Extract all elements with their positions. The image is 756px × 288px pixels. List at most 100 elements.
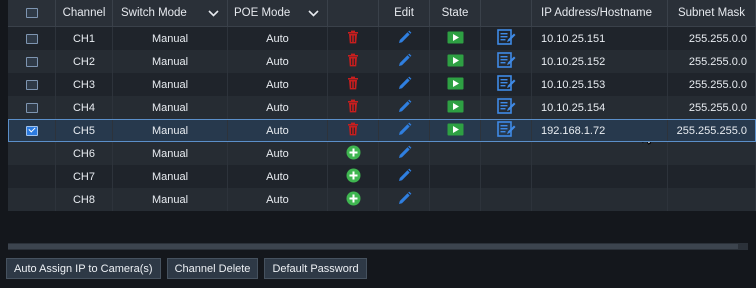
row-action-cell — [328, 188, 379, 211]
scrollbar-thumb[interactable] — [8, 244, 738, 249]
config-list-icon[interactable] — [496, 121, 516, 140]
row-state-cell — [430, 188, 481, 211]
row-poe-mode: Auto — [228, 119, 328, 142]
table-row[interactable]: CH5 Manual Auto 192.168.1.72 255.255.255… — [8, 119, 756, 142]
row-config-cell — [481, 119, 532, 142]
row-mask: 255.255.0.0 — [668, 73, 756, 96]
plus-circle-icon[interactable] — [346, 168, 361, 186]
table-row[interactable]: CH7 Manual Auto — [8, 165, 756, 188]
config-list-icon[interactable] — [496, 75, 516, 94]
row-edit-cell — [379, 27, 430, 50]
channel-delete-button[interactable]: Channel Delete — [166, 258, 259, 279]
row-edit-cell — [379, 165, 430, 188]
select-all-checkbox[interactable] — [25, 8, 38, 18]
row-select-cell — [8, 188, 56, 211]
row-channel: CH8 — [56, 188, 113, 211]
trash-icon[interactable] — [346, 76, 360, 93]
table-row[interactable]: CH6 Manual Auto — [8, 142, 756, 165]
header-delete — [328, 0, 379, 26]
select-all-cell — [8, 0, 56, 26]
row-select-cell — [8, 142, 56, 165]
default-password-button[interactable]: Default Password — [264, 258, 367, 279]
row-edit-cell — [379, 50, 430, 73]
channel-table: Channel Switch Mode POE Mode Edit State … — [8, 0, 756, 211]
row-channel: CH5 — [56, 119, 113, 142]
table-row[interactable]: CH1 Manual Auto 10.10.25.151 255.255.0.0 — [8, 27, 756, 50]
pencil-icon[interactable] — [397, 191, 412, 209]
row-config-cell — [481, 73, 532, 96]
row-mask: 255.255.0.0 — [668, 96, 756, 119]
play-icon[interactable] — [447, 100, 464, 116]
pencil-icon[interactable] — [397, 99, 412, 117]
row-checkbox[interactable] — [25, 56, 38, 67]
row-select-cell — [8, 73, 56, 96]
pencil-icon[interactable] — [397, 145, 412, 163]
chevron-down-icon — [208, 9, 219, 17]
pencil-icon[interactable] — [397, 122, 412, 140]
row-action-cell — [328, 96, 379, 119]
horizontal-scrollbar[interactable] — [8, 243, 748, 250]
play-icon[interactable] — [447, 31, 464, 47]
row-state-cell — [430, 119, 481, 142]
row-checkbox[interactable] — [25, 125, 38, 136]
row-checkbox[interactable] — [25, 102, 38, 113]
table-row[interactable]: CH8 Manual Auto — [8, 188, 756, 211]
header-poe-mode-label: POE Mode — [234, 7, 291, 19]
row-checkbox[interactable] — [25, 33, 38, 44]
row-state-cell — [430, 142, 481, 165]
row-channel: CH2 — [56, 50, 113, 73]
row-mask — [668, 165, 756, 188]
row-channel: CH1 — [56, 27, 113, 50]
header-edit: Edit — [379, 0, 430, 26]
row-poe-mode: Auto — [228, 50, 328, 73]
row-state-cell — [430, 165, 481, 188]
row-poe-mode: Auto — [228, 142, 328, 165]
row-ip — [532, 165, 668, 188]
row-poe-mode: Auto — [228, 165, 328, 188]
row-poe-mode: Auto — [228, 73, 328, 96]
row-action-cell — [328, 50, 379, 73]
play-icon[interactable] — [447, 77, 464, 93]
row-state-cell — [430, 73, 481, 96]
pencil-icon[interactable] — [397, 168, 412, 186]
row-channel: CH6 — [56, 142, 113, 165]
row-config-cell — [481, 142, 532, 165]
trash-icon[interactable] — [346, 122, 360, 139]
play-icon[interactable] — [447, 123, 464, 139]
row-channel: CH3 — [56, 73, 113, 96]
header-poe-mode[interactable]: POE Mode — [228, 0, 328, 26]
config-list-icon[interactable] — [496, 52, 516, 71]
header-config — [481, 0, 532, 26]
row-channel: CH7 — [56, 165, 113, 188]
config-list-icon[interactable] — [496, 98, 516, 117]
pencil-icon[interactable] — [397, 30, 412, 48]
play-icon[interactable] — [447, 54, 464, 70]
row-edit-cell — [379, 73, 430, 96]
row-action-cell — [328, 165, 379, 188]
row-edit-cell — [379, 188, 430, 211]
row-mask: 255.255.0.0 — [668, 27, 756, 50]
row-select-cell — [8, 165, 56, 188]
row-ip — [532, 142, 668, 165]
trash-icon[interactable] — [346, 99, 360, 116]
row-switch-mode: Manual — [113, 96, 228, 119]
table-row[interactable]: CH4 Manual Auto 10.10.25.154 255.255.0.0 — [8, 96, 756, 119]
row-edit-cell — [379, 119, 430, 142]
row-poe-mode: Auto — [228, 96, 328, 119]
table-row[interactable]: CH2 Manual Auto 10.10.25.152 255.255.0.0 — [8, 50, 756, 73]
config-list-icon[interactable] — [496, 29, 516, 48]
trash-icon[interactable] — [346, 30, 360, 47]
table-row[interactable]: CH3 Manual Auto 10.10.25.153 255.255.0.0 — [8, 73, 756, 96]
plus-circle-icon[interactable] — [346, 145, 361, 163]
pencil-icon[interactable] — [397, 76, 412, 94]
trash-icon[interactable] — [346, 53, 360, 70]
pencil-icon[interactable] — [397, 53, 412, 71]
row-state-cell — [430, 50, 481, 73]
row-edit-cell — [379, 142, 430, 165]
row-checkbox[interactable] — [25, 79, 38, 90]
plus-circle-icon[interactable] — [346, 191, 361, 209]
row-config-cell — [481, 96, 532, 119]
auto-assign-ip-button[interactable]: Auto Assign IP to Camera(s) — [6, 258, 161, 279]
row-select-cell — [8, 119, 56, 142]
header-switch-mode[interactable]: Switch Mode — [113, 0, 228, 26]
